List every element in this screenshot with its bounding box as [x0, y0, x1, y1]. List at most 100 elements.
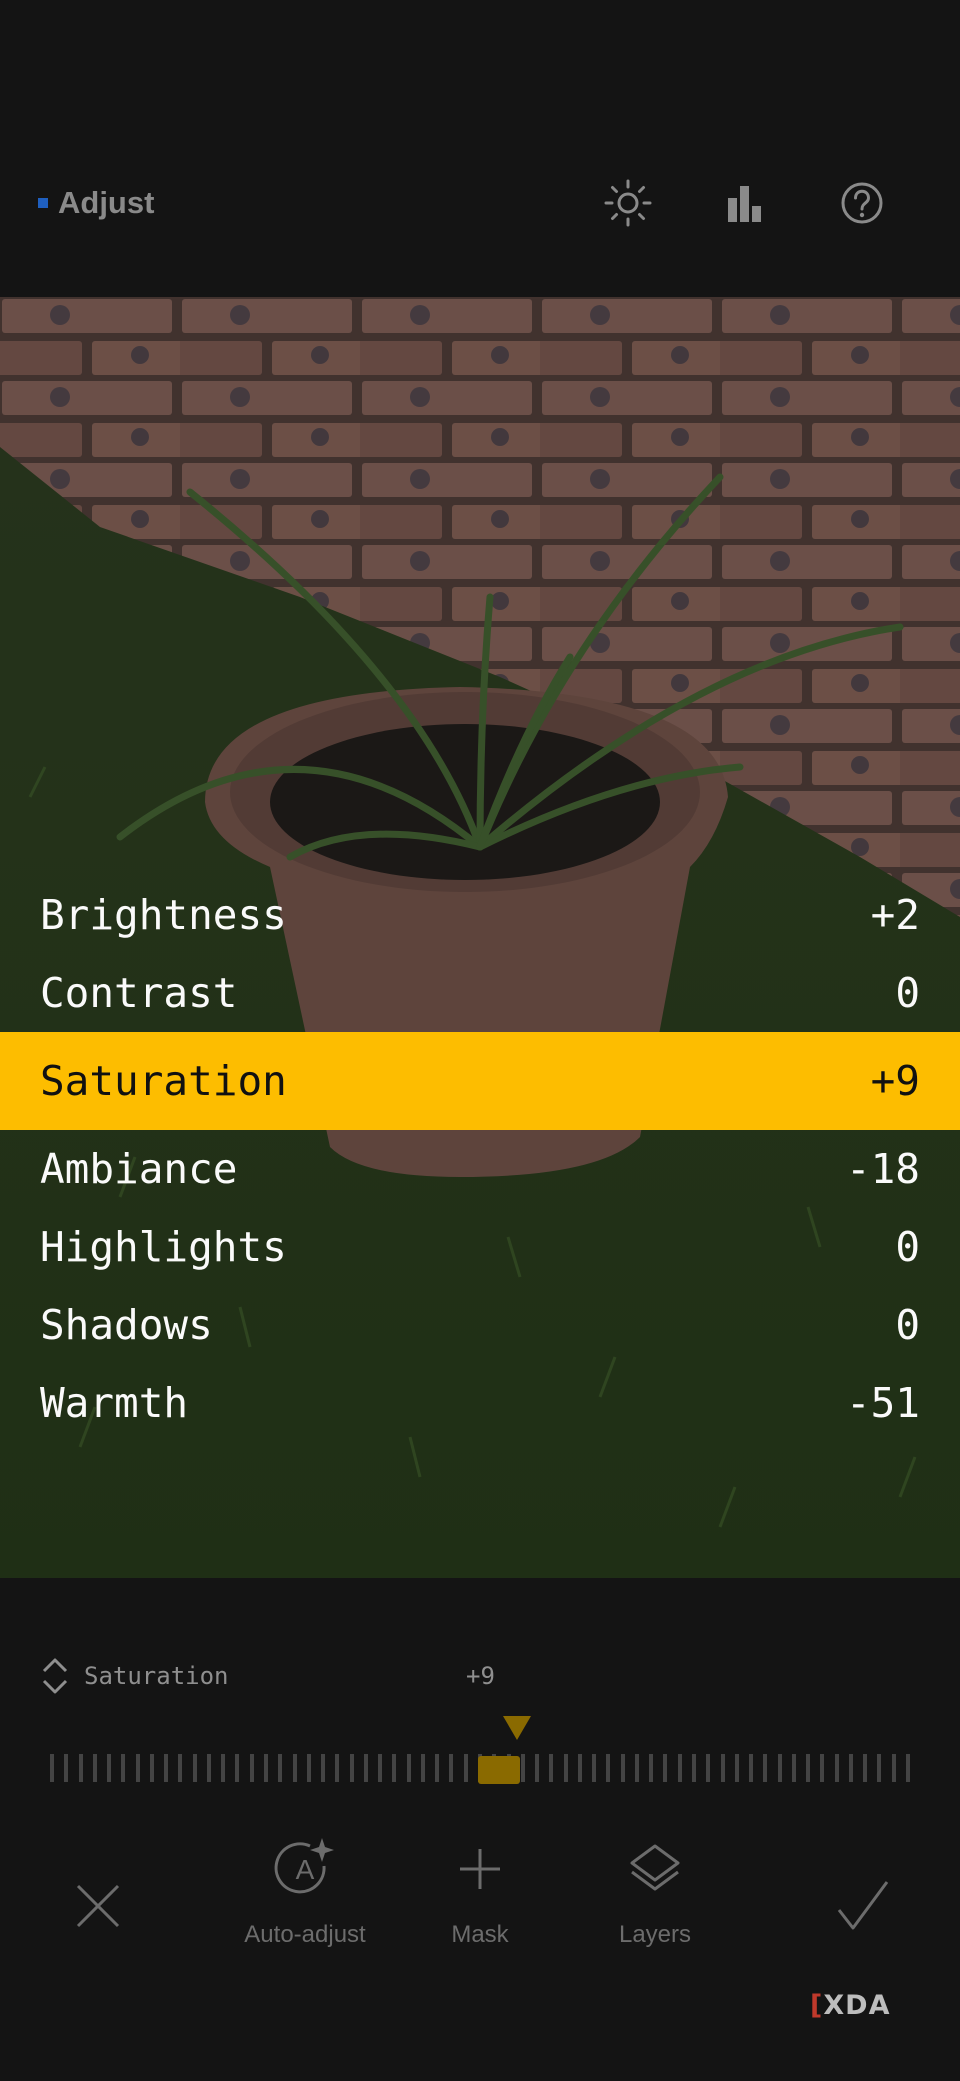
slider-tick: [606, 1754, 611, 1782]
slider-tick: [891, 1754, 896, 1782]
slider-tick: [463, 1754, 468, 1782]
slider-tick: [135, 1754, 140, 1782]
slider-tick: [706, 1754, 711, 1782]
slider-tick: [449, 1754, 454, 1782]
slider-tick: [149, 1754, 154, 1782]
adjustment-row-contrast[interactable]: Contrast 0: [0, 954, 960, 1032]
slider-tick: [592, 1754, 597, 1782]
adjustment-slider[interactable]: [50, 1754, 910, 1784]
check-icon: [837, 1881, 889, 1930]
top-bar: Adjust: [0, 0, 960, 297]
slider-tick: [392, 1754, 397, 1782]
slider-tick: [378, 1754, 383, 1782]
slider-tick: [435, 1754, 440, 1782]
up-down-chevron-icon: [42, 1658, 68, 1694]
confirm-button[interactable]: [833, 1876, 893, 1943]
mask-label: Mask: [451, 1921, 509, 1948]
cancel-button[interactable]: [70, 1878, 126, 1941]
slider-tick: [121, 1754, 126, 1782]
slider-tick: [278, 1754, 283, 1782]
slider-tick: [335, 1754, 340, 1782]
adjustment-value: 0: [895, 1301, 920, 1349]
adjustment-label: Brightness: [40, 891, 287, 939]
auto-adjust-icon: A: [274, 1838, 334, 1894]
slider-tick: [863, 1754, 868, 1782]
xda-watermark: [XDA: [810, 1990, 891, 2021]
adjustment-label: Contrast: [40, 969, 238, 1017]
slider-tick: [848, 1754, 853, 1782]
title-indicator: [38, 198, 48, 208]
slider-tick: [235, 1754, 240, 1782]
adjustment-row-brightness[interactable]: Brightness +2: [0, 876, 960, 954]
slider-tick: [64, 1754, 69, 1782]
slider-tick: [406, 1754, 411, 1782]
slider-tick: [906, 1754, 910, 1782]
slider-tick: [877, 1754, 882, 1782]
slider-tick: [720, 1754, 725, 1782]
adjustment-label: Warmth: [40, 1379, 189, 1427]
auto-adjust-button[interactable]: A Auto-adjust: [230, 1836, 380, 1949]
adjustment-value: +2: [870, 891, 920, 939]
header-title: Adjust: [38, 182, 154, 224]
slider-tick: [249, 1754, 254, 1782]
histogram-icon[interactable]: [720, 178, 770, 228]
slider-tick: [649, 1754, 654, 1782]
auto-adjust-label: Auto-adjust: [244, 1921, 366, 1948]
slider-tick: [734, 1754, 739, 1782]
adjustment-label: Ambiance: [40, 1145, 238, 1193]
plus-icon: [460, 1849, 500, 1889]
slider-tick: [834, 1754, 839, 1782]
current-parameter-label: Saturation: [84, 1662, 229, 1690]
slider-tick: [107, 1754, 112, 1782]
adjustment-row-saturation[interactable]: Saturation +9: [0, 1032, 960, 1130]
slider-tick: [749, 1754, 754, 1782]
slider-tick: [50, 1754, 54, 1782]
slider-tick: [549, 1754, 554, 1782]
adjustment-row-highlights[interactable]: Highlights 0: [0, 1208, 960, 1286]
adjustment-label: Saturation: [40, 1057, 287, 1105]
adjustment-value: 0: [895, 969, 920, 1017]
bottom-controls: Saturation +9 A Auto-adjust Mask Layers: [0, 1578, 960, 2081]
slider-tick: [349, 1754, 354, 1782]
help-icon[interactable]: [837, 178, 887, 228]
slider-tick: [321, 1754, 326, 1782]
slider-handle[interactable]: [477, 1756, 520, 1784]
adjustment-label: Shadows: [40, 1301, 213, 1349]
slider-tick: [306, 1754, 311, 1782]
layers-button[interactable]: Layers: [605, 1836, 705, 1949]
adjustment-row-ambiance[interactable]: Ambiance -18: [0, 1130, 960, 1208]
adjustment-list: Brightness +2 Contrast 0 Saturation +9 A…: [0, 876, 960, 1442]
adjustment-row-warmth[interactable]: Warmth -51: [0, 1364, 960, 1442]
slider-tick: [192, 1754, 197, 1782]
slider-tick: [206, 1754, 211, 1782]
slider-tick: [78, 1754, 83, 1782]
slider-tick: [677, 1754, 682, 1782]
adjustment-row-shadows[interactable]: Shadows 0: [0, 1286, 960, 1364]
slider-tick: [178, 1754, 183, 1782]
slider-pointer-icon: [503, 1716, 531, 1740]
page-title: Adjust: [58, 185, 155, 220]
mask-button[interactable]: Mask: [430, 1836, 530, 1949]
slider-tick: [634, 1754, 639, 1782]
slider-tick: [777, 1754, 782, 1782]
slider-tick: [535, 1754, 540, 1782]
slider-tick: [577, 1754, 582, 1782]
layers-icon: [630, 1844, 680, 1891]
slider-tick: [292, 1754, 297, 1782]
adjustment-label: Highlights: [40, 1223, 287, 1271]
svg-text:A: A: [296, 1854, 315, 1885]
slider-tick: [363, 1754, 368, 1782]
slider-tick: [763, 1754, 768, 1782]
close-icon: [76, 1884, 120, 1928]
slider-tick: [806, 1754, 811, 1782]
current-parameter[interactable]: Saturation: [40, 1656, 229, 1696]
adjustment-value: 0: [895, 1223, 920, 1271]
slider-tick: [520, 1754, 525, 1782]
slider-tick: [620, 1754, 625, 1782]
slider-tick: [420, 1754, 425, 1782]
brightness-icon[interactable]: [603, 178, 653, 228]
slider-tick: [563, 1754, 568, 1782]
adjustment-value: -51: [845, 1379, 920, 1427]
slider-tick: [92, 1754, 97, 1782]
layers-label: Layers: [618, 1921, 692, 1948]
